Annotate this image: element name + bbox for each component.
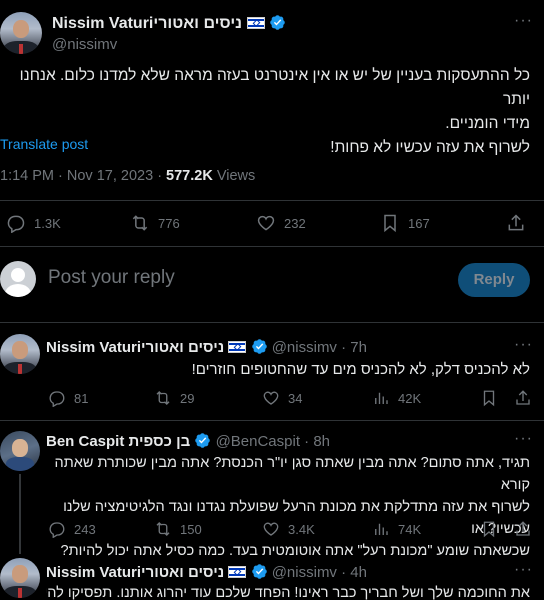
bookmark-button[interactable]: 167 (380, 213, 430, 233)
share-button[interactable] (506, 213, 526, 233)
reply-submit-button[interactable]: Reply (458, 263, 530, 297)
repost-icon (156, 391, 170, 405)
reply-icon (7, 215, 25, 233)
reply-icon (49, 522, 65, 538)
views-label: Views (216, 168, 256, 184)
bookmark-icon (384, 214, 396, 233)
verified-badge-icon (251, 564, 267, 579)
reply-button[interactable]: 243 (48, 520, 96, 538)
israel-flag-icon (228, 566, 247, 578)
share-icon (508, 214, 524, 231)
avatar[interactable] (0, 431, 40, 471)
reply-text: תגיד, אתה סתום? אתה מבין שאתה סגן יו"ר ה… (54, 455, 530, 559)
heart-icon (257, 215, 275, 231)
display-name[interactable]: Nissim Vaturiניסים ואטורי (46, 564, 224, 581)
handle[interactable]: @BenCaspit (216, 433, 300, 450)
like-button[interactable]: 34 (262, 389, 302, 407)
divider (0, 322, 544, 323)
avatar[interactable] (0, 558, 40, 598)
more-options-icon[interactable]: ··· (514, 430, 533, 448)
thread-line (19, 474, 21, 554)
views-button[interactable]: 42K (372, 389, 421, 407)
repost-button[interactable]: 150 (154, 520, 202, 538)
verified-badge-icon (251, 339, 267, 354)
heart-icon (263, 391, 279, 405)
timestamp[interactable]: · 4h (341, 564, 367, 581)
share-button[interactable] (514, 389, 532, 407)
more-options-icon[interactable]: ··· (514, 336, 533, 354)
more-options-icon[interactable]: ··· (514, 561, 533, 579)
handle[interactable]: @nissimv (272, 339, 337, 356)
verified-badge-icon (195, 433, 211, 448)
share-icon (516, 521, 530, 536)
divider (0, 200, 544, 201)
handle[interactable]: @nissimv (52, 36, 117, 53)
views-icon (375, 523, 388, 535)
reply-header: Ben Caspit בן כספית @BenCaspit · 8h (46, 432, 330, 450)
timestamp[interactable]: · 8h (304, 433, 330, 450)
reply-header: Nissim Vaturiניסים ואטורי @nissimv · 4h (46, 563, 367, 581)
divider (0, 246, 544, 247)
israel-flag-icon (228, 341, 247, 353)
timestamp[interactable]: 1:14 PM · Nov 17, 2023 (0, 168, 153, 184)
user-avatar[interactable] (0, 261, 36, 297)
like-button[interactable]: 3.4K (262, 520, 315, 538)
repost-icon (132, 215, 148, 231)
bookmark-icon (483, 390, 495, 407)
views-button[interactable]: 74K (372, 520, 421, 538)
views-icon (375, 392, 388, 404)
repost-icon (156, 522, 170, 536)
display-name[interactable]: Nissim Vaturiניסים ואטורי (46, 339, 224, 356)
verified-badge-icon (270, 15, 285, 30)
reply-text: את החוכמה שלך ושל חבריך כבר ראינו! הפחד … (46, 585, 530, 600)
bookmark-button[interactable] (480, 520, 498, 538)
bookmark-icon (483, 521, 495, 538)
avatar[interactable] (0, 12, 42, 54)
share-icon (516, 390, 530, 405)
repost-button[interactable]: 29 (154, 389, 194, 407)
avatar[interactable] (0, 334, 40, 374)
view-count: 577.2K (166, 168, 213, 184)
reply-button[interactable]: 81 (48, 389, 88, 407)
divider (0, 420, 544, 421)
repost-button[interactable]: 776 (130, 213, 180, 233)
israel-flag-icon (246, 17, 265, 29)
reply-input[interactable]: Post your reply (48, 267, 175, 289)
reply-icon (49, 391, 65, 407)
author-line: Nissim Vaturiניסים ואטורי (52, 14, 286, 33)
reply-text: לא להכניס דלק, לא להכניס מים עד שהחטופים… (191, 361, 530, 378)
timestamp[interactable]: · 7h (341, 339, 367, 356)
reply-header: Nissim Vaturiניסים ואטורי @nissimv · 7h (46, 338, 367, 356)
handle[interactable]: @nissimv (272, 564, 337, 581)
like-button[interactable]: 232 (256, 213, 306, 233)
display-name[interactable]: Ben Caspit בן כספית (46, 433, 190, 450)
translate-link[interactable]: Translate post (0, 136, 88, 152)
more-options-icon[interactable]: ··· (514, 12, 533, 30)
share-button[interactable] (514, 520, 532, 538)
display-name[interactable]: Nissim Vaturiניסים ואטורי (52, 15, 242, 32)
heart-icon (263, 522, 279, 536)
reply-button[interactable]: 1.3K (6, 213, 61, 233)
bookmark-button[interactable] (480, 389, 498, 407)
timestamp-line: 1:14 PM · Nov 17, 2023 · 577.2K Views (0, 168, 256, 184)
